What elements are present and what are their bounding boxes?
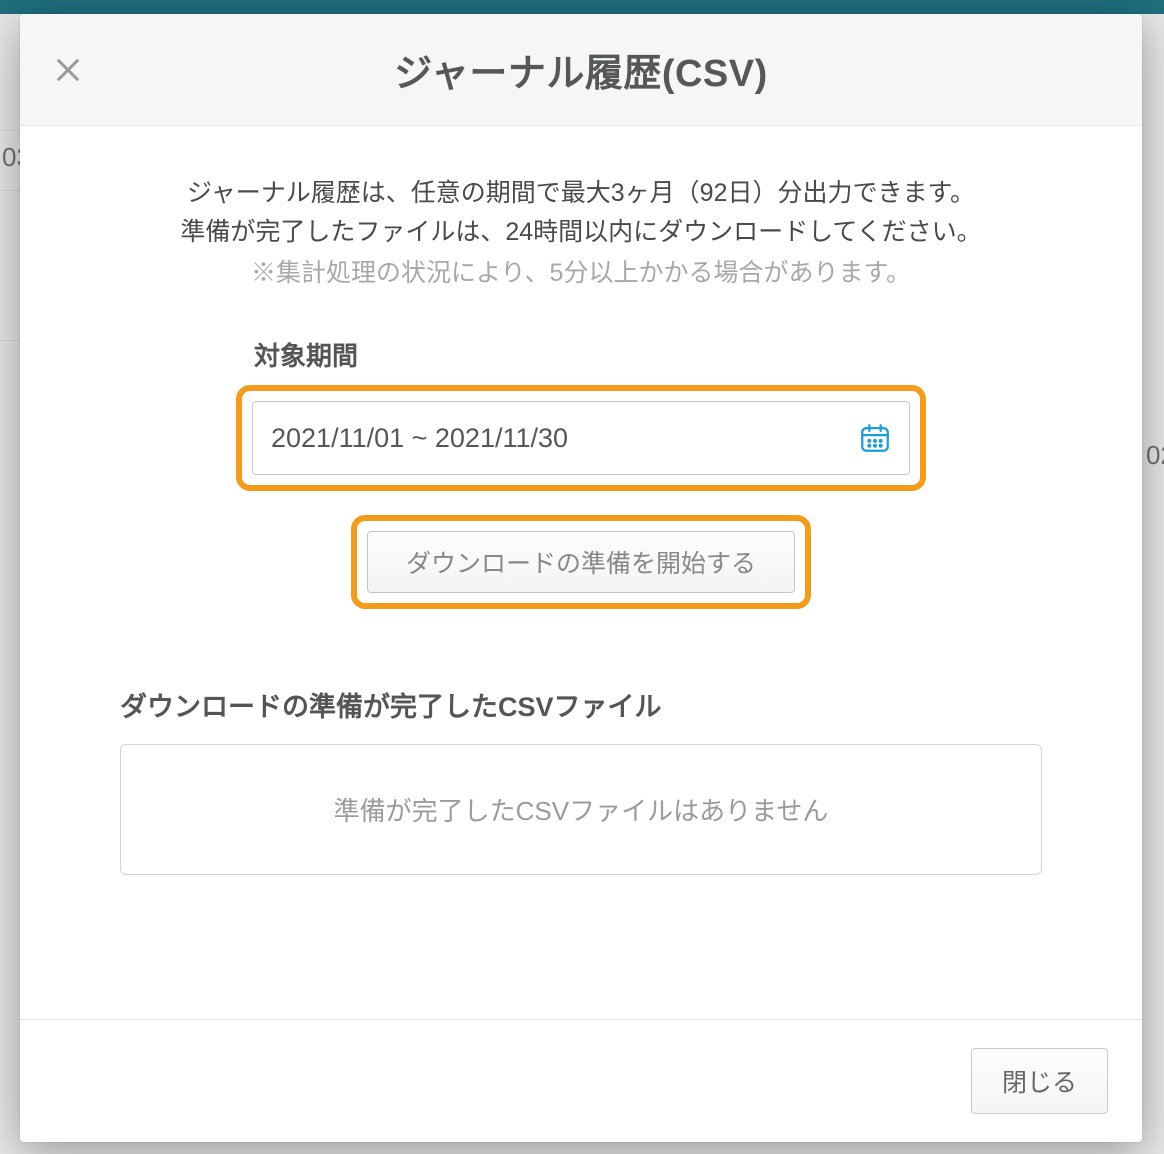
intro-note: ※集計処理の状況により、5分以上かかる場合があります。	[120, 254, 1042, 293]
ready-files-section: ダウンロードの準備が完了したCSVファイル 準備が完了したCSVファイルはありま…	[120, 685, 1042, 875]
highlight-date-range	[236, 385, 926, 491]
journal-history-csv-dialog: ジャーナル履歴(CSV) ジャーナル履歴は、任意の期間で最大3ヶ月（92日）分出…	[20, 14, 1142, 1142]
bg-divider	[0, 340, 20, 341]
date-range-field-wrap	[252, 401, 910, 475]
ready-files-empty-text: 準備が完了したCSVファイルはありません	[334, 796, 829, 826]
close-icon	[52, 54, 84, 86]
dialog-body: ジャーナル履歴は、任意の期間で最大3ヶ月（92日）分出力できます。 準備が完了し…	[20, 126, 1142, 1019]
bg-divider	[0, 130, 20, 131]
dialog-title: ジャーナル履歴(CSV)	[20, 42, 1142, 97]
page-topbar	[0, 0, 1164, 14]
bg-text-fragment: 02	[1144, 440, 1164, 471]
intro-text: ジャーナル履歴は、任意の期間で最大3ヶ月（92日）分出力できます。 準備が完了し…	[120, 174, 1042, 292]
footer-close-button[interactable]: 閉じる	[971, 1048, 1108, 1114]
ready-files-title: ダウンロードの準備が完了したCSVファイル	[120, 685, 1042, 724]
prepare-download-button[interactable]: ダウンロードの準備を開始する	[367, 531, 795, 593]
dialog-footer: 閉じる	[20, 1019, 1142, 1142]
intro-line-1: ジャーナル履歴は、任意の期間で最大3ヶ月（92日）分出力できます。	[120, 174, 1042, 213]
target-period-block: 対象期間	[236, 336, 926, 609]
dialog-header: ジャーナル履歴(CSV)	[20, 14, 1142, 126]
date-range-input[interactable]	[252, 401, 910, 475]
ready-files-empty-state: 準備が完了したCSVファイルはありません	[120, 744, 1042, 875]
target-period-label: 対象期間	[236, 336, 926, 373]
highlight-prepare-button: ダウンロードの準備を開始する	[351, 515, 811, 609]
intro-line-2: 準備が完了したファイルは、24時間以内にダウンロードしてください。	[120, 213, 1042, 252]
bg-divider	[0, 190, 20, 191]
close-button[interactable]	[48, 50, 88, 90]
